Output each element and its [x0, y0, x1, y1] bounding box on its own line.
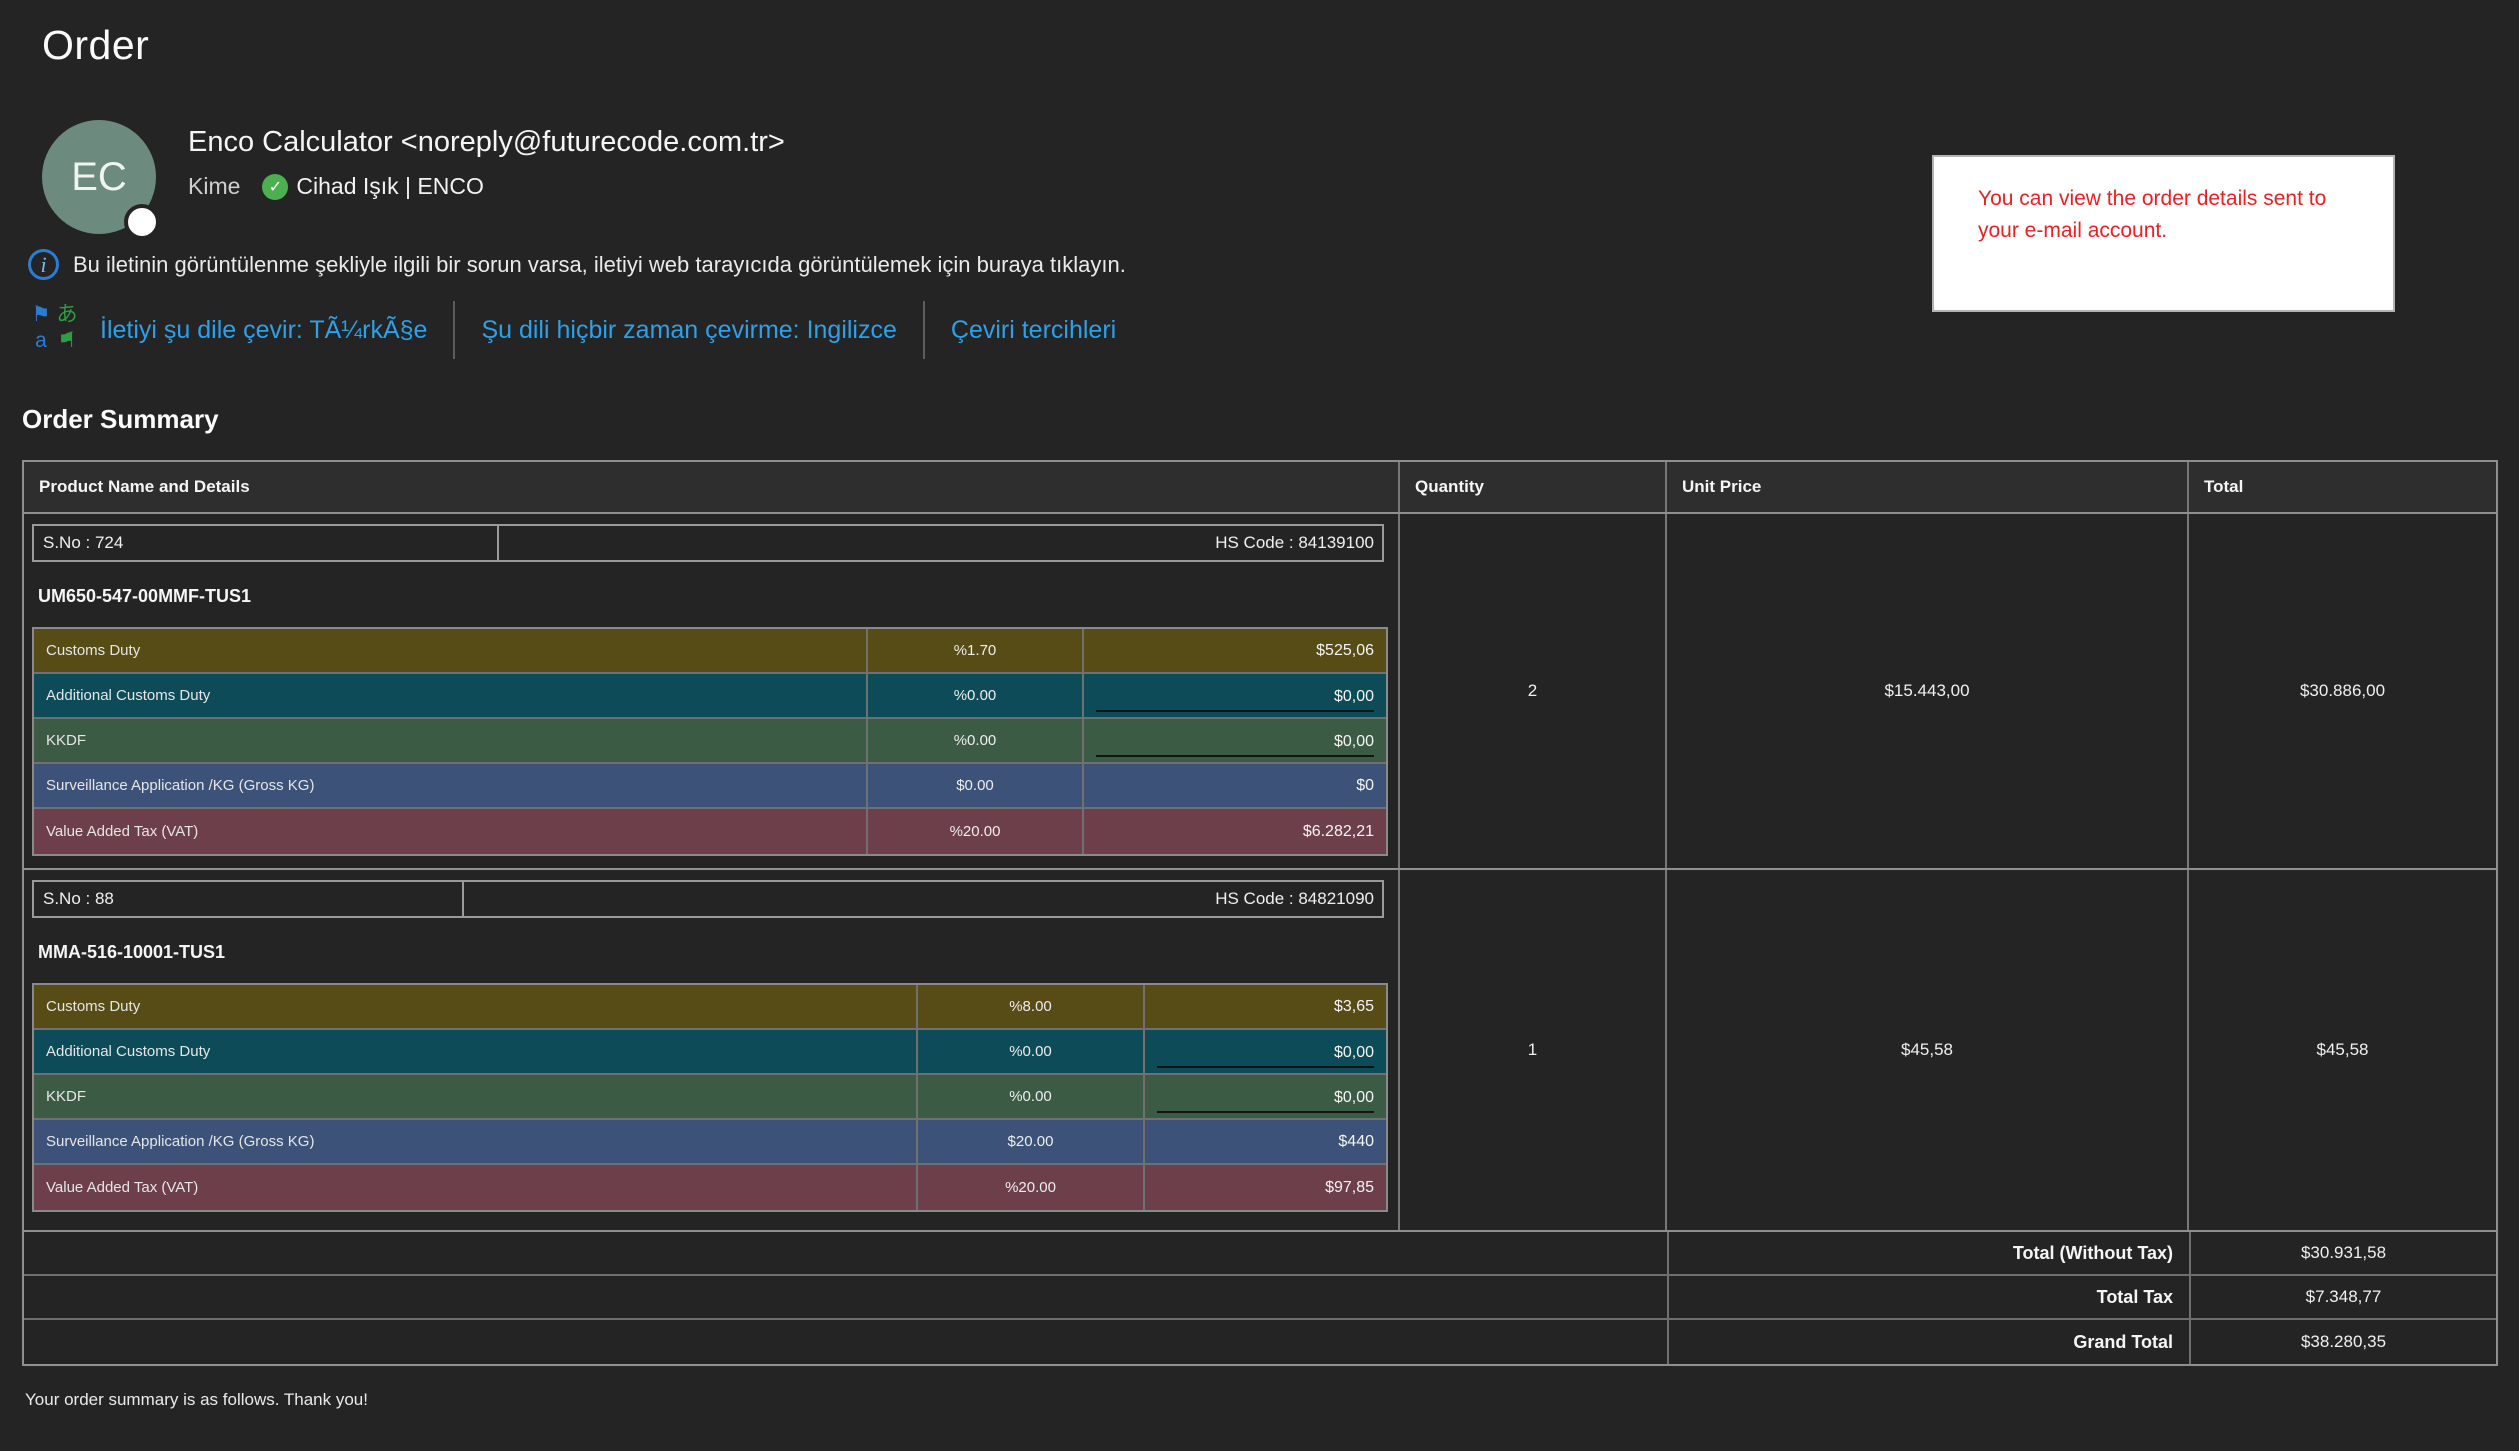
serial-number: S.No : 88 [34, 882, 464, 916]
view-in-browser-notice[interactable]: i Bu iletinin görüntülenme şekliyle ilgi… [28, 249, 1126, 280]
tax-row-vat: Value Added Tax (VAT) %20.00 $97,85 [34, 1165, 1386, 1210]
footer-note: Your order summary is as follows. Thank … [25, 1390, 368, 1409]
tax-row-vat: Value Added Tax (VAT) %20.00 $6.282,21 [34, 809, 1386, 854]
never-translate-link[interactable]: Şu dili hiçbir zaman çevirme: Ingilizce [481, 316, 896, 345]
total-tax-label: Total Tax [1669, 1276, 2191, 1318]
sno-hs-bar: S.No : 724 HS Code : 84139100 [32, 524, 1384, 562]
tax-table: Customs Duty %8.00 $3,65 Additional Cust… [32, 983, 1388, 1212]
info-icon: i [28, 249, 59, 280]
tax-row-additional-customs-duty: Additional Customs Duty %0.00 $0,00 [34, 674, 1386, 719]
divider [922, 301, 925, 359]
tax-row-kkdf: KKDF %0.00 $0,00 [34, 1075, 1386, 1120]
column-header-total: Total [2204, 477, 2244, 496]
translate-icon: ⚑ あ a ⚑ [31, 303, 78, 352]
total-without-tax-label: Total (Without Tax) [1669, 1232, 2191, 1274]
annotation-text: You can view the order details sent to y… [1978, 187, 2327, 242]
recipient-name[interactable]: Cihad Işık | ENCO [296, 173, 483, 200]
to-label: Kime [188, 173, 241, 199]
tax-row-customs-duty: Customs Duty %1.70 $525,06 [34, 629, 1386, 674]
tax-row-kkdf: KKDF %0.00 $0,00 [34, 719, 1386, 764]
total-tax-value: $7.348,77 [2305, 1287, 2382, 1306]
grand-total-row: Grand Total $38.280,35 [24, 1320, 2496, 1364]
order-summary-heading: Order Summary [22, 404, 219, 434]
tax-row-additional-customs-duty: Additional Customs Duty %0.00 $0,00 [34, 1030, 1386, 1075]
translate-bar: ⚑ あ a ⚑ İletiyi şu dile çevir: TÃ¼rkÃ§e … [28, 298, 1116, 362]
table-header-row: Product Name and Details Quantity Unit P… [24, 462, 2496, 514]
divider [453, 301, 456, 359]
column-header-quantity: Quantity [1400, 462, 1667, 512]
hs-code: HS Code : 84821090 [1215, 889, 1374, 908]
product-name: MMA-516-10001-TUS1 [38, 942, 226, 962]
translate-message-link[interactable]: İletiyi şu dile çevir: TÃ¼rkÃ§e [100, 316, 427, 345]
column-header-product: Product Name and Details [24, 462, 1400, 512]
product-details-cell: S.No : 724 HS Code : 84139100 UM650-547-… [24, 514, 1400, 868]
total-cell: $30.886,00 [2299, 681, 2386, 700]
total-tax-row: Total Tax $7.348,77 [24, 1276, 2496, 1320]
column-header-unit-price: Unit Price [1667, 462, 2189, 512]
grand-total-label: Grand Total [1669, 1320, 2191, 1364]
avatar-initials: EC [71, 154, 127, 199]
notice-text: Bu iletinin görüntülenme şekliyle ilgili… [73, 251, 1126, 277]
translation-preferences-link[interactable]: Çeviri tercihleri [951, 316, 1116, 345]
product-details-cell: S.No : 88 HS Code : 84821090 MMA-516-100… [24, 870, 1400, 1230]
tax-table: Customs Duty %1.70 $525,06 Additional Cu… [32, 627, 1388, 856]
order-summary-table: Product Name and Details Quantity Unit P… [22, 460, 2498, 1366]
presence-status-icon [124, 204, 160, 240]
avatar[interactable]: EC [42, 120, 160, 240]
serial-number: S.No : 724 [34, 526, 499, 560]
table-row: S.No : 724 HS Code : 84139100 UM650-547-… [24, 514, 2496, 870]
hs-code: HS Code : 84139100 [1215, 533, 1374, 552]
page-title: Order [42, 22, 150, 68]
sno-hs-bar: S.No : 88 HS Code : 84821090 [32, 880, 1384, 918]
unit-price-cell: $45,58 [1667, 870, 2189, 1230]
product-name: UM650-547-00MMF-TUS1 [38, 586, 252, 606]
tax-row-customs-duty: Customs Duty %8.00 $3,65 [34, 985, 1386, 1030]
unit-price-cell: $15.443,00 [1667, 514, 2189, 868]
total-cell: $45,58 [2316, 1040, 2369, 1059]
sender-name[interactable]: Enco Calculator <noreply@futurecode.com.… [188, 126, 785, 159]
quantity-cell: 1 [1400, 870, 1667, 1230]
total-without-tax-row: Total (Without Tax) $30.931,58 [24, 1232, 2496, 1276]
annotation-callout: You can view the order details sent to y… [1932, 155, 2395, 312]
grand-total-value: $38.280,35 [2300, 1332, 2387, 1351]
table-row: S.No : 88 HS Code : 84821090 MMA-516-100… [24, 870, 2496, 1232]
tax-row-surveillance: Surveillance Application /KG (Gross KG) … [34, 764, 1386, 809]
recipient-check-icon: ✓ [262, 173, 289, 200]
sender-row: EC Enco Calculator <noreply@futurecode.c… [42, 120, 785, 240]
tax-row-surveillance: Surveillance Application /KG (Gross KG) … [34, 1120, 1386, 1165]
quantity-cell: 2 [1400, 514, 1667, 868]
total-without-tax-value: $30.931,58 [2300, 1243, 2387, 1262]
